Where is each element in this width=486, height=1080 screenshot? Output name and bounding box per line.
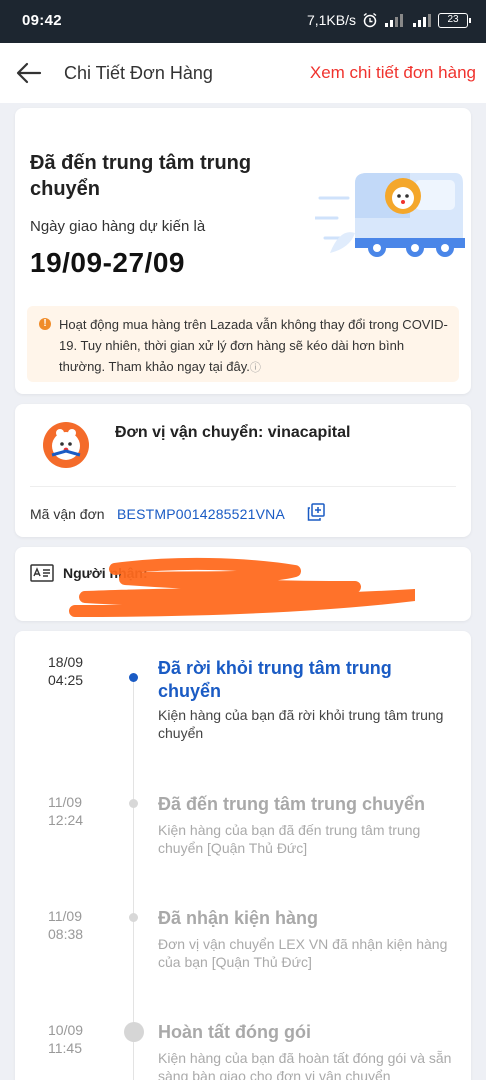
page-title: Chi Tiết Đơn Hàng [64,63,213,83]
timeline-date: 11/09 [48,908,82,924]
timeline-desc: Kiện hàng của bạn đã đến trung tâm trung… [158,822,421,856]
delivery-truck-illustration [315,173,465,257]
signal-icon-2 [413,14,431,27]
carrier-logo [43,422,89,468]
copy-icon[interactable] [307,503,325,521]
timeline-title: Đã đến trung tâm trung chuyển [158,794,426,814]
tracking-code[interactable]: BESTMP0014285521VNA [117,506,285,522]
shipping-card: Đơn vị vận chuyển: vinacapital Mã vận đơ… [15,404,471,537]
tracking-label: Mã vận đơn [30,506,105,522]
question-circle-icon[interactable]: ⓘ [250,362,261,374]
status-bar: 09:42 7,1KB/s 23 [0,0,486,43]
order-status-title: Đã đến trung tâm trung chuyển [30,152,252,200]
timeline-title: Đã nhận kiện hàng [158,908,319,928]
id-card-icon [30,564,54,582]
order-status-card: Đã đến trung tâm trung chuyển Ngày giao … [15,108,471,394]
timeline-title: Hoàn tất đóng gói [158,1022,311,1042]
divider [30,486,456,487]
timeline-line [133,681,134,1080]
timeline-title: Đã rời khỏi trung tâm trung chuyển [158,658,392,701]
recipient-card: Người nhận: [15,547,471,621]
timeline-date: 10/09 [48,1022,84,1038]
eta-label: Ngày giao hàng dự kiến là [30,218,206,235]
timeline-time: 12:24 [48,812,84,828]
tracking-timeline: 18/09 04:25 Đã rời khỏi trung tâm trung c… [15,631,471,1080]
timeline-desc: Đơn vị vận chuyển LEX VN đã nhận kiện hà… [158,936,448,970]
timeline-date: 11/09 [48,794,82,810]
timeline-dot [129,799,138,808]
timeline-dot-active [129,673,138,682]
timeline-time: 08:38 [48,926,84,942]
timeline-time: 04:25 [48,672,84,688]
eta-value: 19/09-27/09 [30,247,185,278]
status-time: 09:42 [22,12,62,29]
package-icon [124,1022,144,1042]
timeline-time: 11:45 [48,1040,82,1056]
warning-icon: ! [39,318,51,330]
timeline-desc: Kiện hàng của bạn đã rời khỏi trung tâm … [158,707,444,741]
redaction-scribble [69,557,415,617]
covid-notice[interactable]: ! Hoạt động mua hàng trên Lazada vẫn khô… [27,306,459,382]
status-icons: 7,1KB/s 23 [306,12,471,28]
network-speed: 7,1KB/s [306,12,356,28]
app-bar: Chi Tiết Đơn Hàng Xem chi tiết đơn hàng [0,43,486,103]
timeline-desc: Kiện hàng của bạn đã hoàn tất đóng gói v… [158,1050,452,1080]
alarm-icon [363,12,377,28]
battery-icon: 23 [438,12,471,28]
timeline-date: 18/09 [48,654,84,670]
view-order-details-link[interactable]: Xem chi tiết đơn hàng [310,63,476,83]
timeline-dot [129,913,138,922]
back-arrow-icon[interactable] [14,59,44,87]
carrier-name: Đơn vị vận chuyển: vinacapital [115,424,351,441]
signal-icon [385,14,403,27]
